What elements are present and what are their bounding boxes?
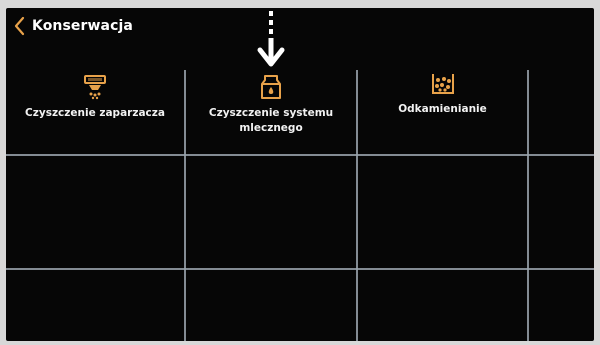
descaling-container-icon bbox=[430, 70, 456, 96]
tile-milk-system-cleaning[interactable]: Czyszczenie systemu mlecznego bbox=[186, 70, 356, 162]
page-title: Konserwacja bbox=[32, 18, 133, 34]
chevron-left-icon bbox=[14, 16, 25, 36]
tile-brewer-cleaning[interactable]: Czyszczenie zaparzacza bbox=[6, 70, 184, 162]
back-button[interactable] bbox=[6, 10, 32, 42]
tile-label: Odkamienianie bbox=[398, 103, 487, 115]
grid-line bbox=[6, 268, 594, 270]
annotation-arrow-icon bbox=[257, 11, 285, 67]
grid-line bbox=[527, 70, 529, 341]
header-bar: Konserwacja bbox=[6, 8, 594, 44]
tile-label: Czyszczenie zaparzacza bbox=[25, 107, 165, 119]
tile-descaling[interactable]: Odkamienianie bbox=[358, 66, 527, 158]
brewer-cleaning-icon bbox=[82, 74, 108, 100]
tile-label: Czyszczenie systemu mlecznego bbox=[208, 107, 334, 134]
screen: Konserwacja Czyszczenie zaparzacza Czysz… bbox=[6, 8, 594, 341]
